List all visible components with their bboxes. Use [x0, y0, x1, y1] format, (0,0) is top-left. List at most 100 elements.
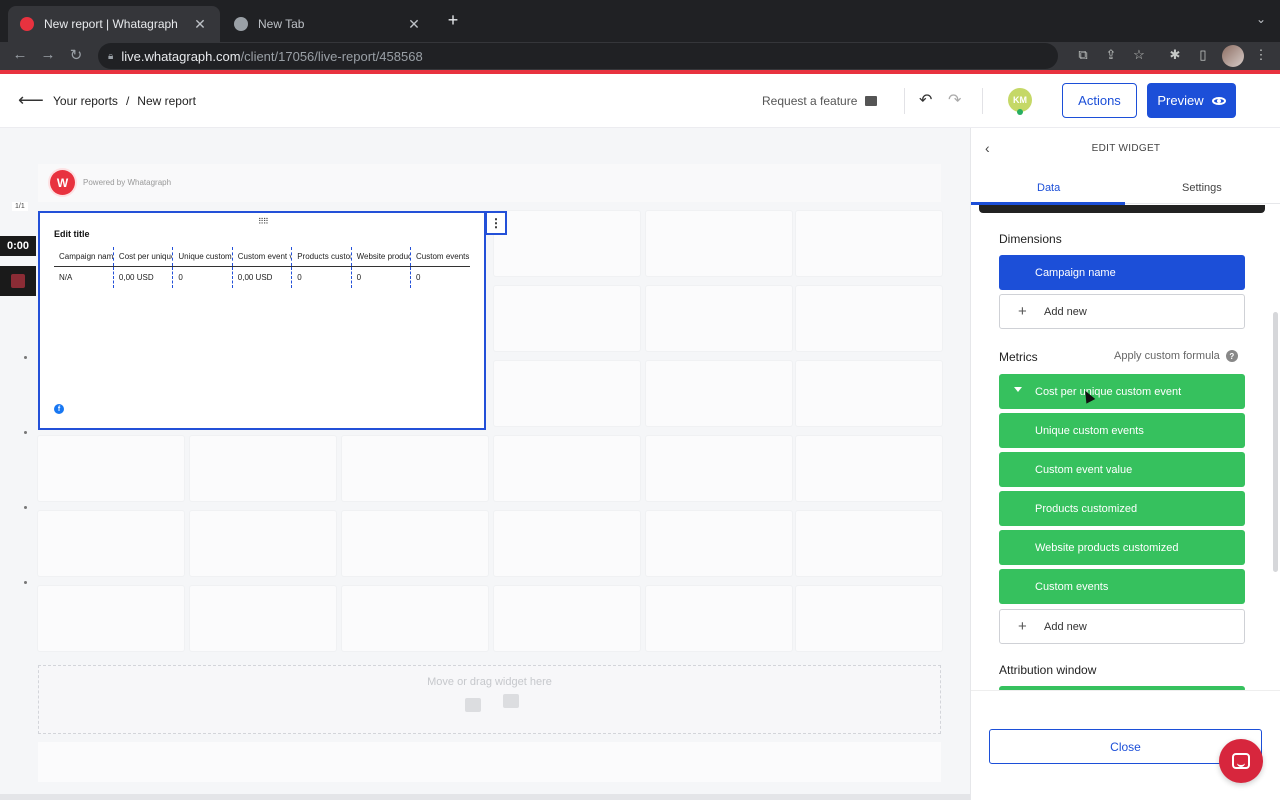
add-dimension-button[interactable]: + Add new [999, 294, 1245, 329]
custom-formula-link[interactable]: Apply custom formula ? [1114, 350, 1238, 362]
widget-title[interactable]: Edit title [54, 229, 90, 239]
breadcrumb-your-reports[interactable]: Your reports [53, 94, 118, 108]
dimension-item[interactable]: Campaign name [999, 255, 1245, 290]
add-metric-button[interactable]: + Add new [999, 609, 1245, 644]
metric-item[interactable]: Custom events [999, 569, 1245, 604]
grid-cell [796, 586, 942, 651]
column-header[interactable]: Custom event value [232, 247, 293, 267]
edit-widget-panel: ‹ EDIT WIDGET Data Settings Dimensions C… [970, 128, 1280, 800]
add-new-label: Add new [1044, 305, 1087, 318]
grid-cell [494, 361, 640, 426]
plus-icon: + [1018, 618, 1027, 635]
row-handle-dot[interactable] [24, 506, 27, 509]
url-path: /client/17056/live-report/458568 [240, 48, 423, 64]
metric-item[interactable]: Unique custom events [999, 413, 1245, 448]
table-widget[interactable]: ⠿⠿ Edit title Campaign name Cost per uniq… [38, 211, 486, 430]
column-header[interactable]: Unique custom events [172, 247, 233, 267]
metric-item[interactable]: Cost per unique custom event [999, 374, 1245, 409]
attribution-window-label: Attribution window [999, 663, 1097, 677]
grid-cell [646, 511, 792, 576]
column-header[interactable]: Custom events [410, 247, 470, 267]
metric-item[interactable]: Custom event value [999, 452, 1245, 487]
chat-launcher-button[interactable] [1219, 739, 1263, 783]
reload-icon[interactable]: ↻ [66, 46, 86, 64]
forward-icon[interactable]: → [38, 46, 58, 63]
online-status-dot [1017, 109, 1023, 115]
whatagraph-logo: W [50, 170, 75, 195]
add-new-label: Add new [1044, 620, 1087, 633]
column-header[interactable]: Products customized [291, 247, 352, 267]
metrics-label: Metrics [999, 350, 1038, 364]
row-handle-dot[interactable] [24, 356, 27, 359]
back-arrow-icon[interactable]: ⟵ [18, 90, 44, 111]
column-header[interactable]: Cost per unique custom event [113, 247, 174, 267]
grid-cell [646, 436, 792, 501]
new-tab-button[interactable]: + [442, 10, 464, 31]
side-panel-icon[interactable]: ▯ [1194, 47, 1212, 63]
tab-data[interactable]: Data [1037, 182, 1060, 194]
tab-title: New Tab [258, 17, 305, 31]
grid-cell [38, 436, 184, 501]
table-cell: 0,00 USD [113, 266, 174, 288]
request-feature-link[interactable]: Request a feature [762, 94, 878, 108]
preview-label: Preview [1157, 93, 1204, 108]
close-tab-icon[interactable]: ✕ [406, 16, 422, 33]
close-tab-icon[interactable]: ✕ [192, 16, 208, 33]
panel-scrollbar[interactable] [1273, 312, 1278, 572]
row-handle-dot[interactable] [24, 581, 27, 584]
tab-settings[interactable]: Settings [1182, 182, 1222, 194]
table-cell: 0,00 USD [232, 266, 293, 288]
drag-handle-icon[interactable]: ⠿⠿ [258, 217, 269, 226]
grid-cell [342, 511, 488, 576]
back-icon[interactable]: ← [10, 46, 30, 63]
breadcrumb-separator: / [125, 94, 130, 108]
undo-icon[interactable]: ↶ [919, 90, 932, 110]
caret-down-icon[interactable] [1014, 387, 1022, 392]
redo-icon[interactable]: ↷ [948, 90, 961, 110]
grid-cell [190, 586, 336, 651]
row-handle-dot[interactable] [24, 431, 27, 434]
metric-item[interactable]: Products customized [999, 491, 1245, 526]
bookmark-star-icon[interactable]: ☆ [1130, 47, 1148, 63]
horizontal-scrollbar[interactable] [0, 794, 970, 800]
source-selector-edge [979, 205, 1265, 213]
grid-cell [494, 436, 640, 501]
grid-cell [646, 286, 792, 351]
panel-title: EDIT WIDGET [1091, 143, 1161, 154]
preview-button[interactable]: Preview [1147, 83, 1236, 118]
grid-cell [38, 511, 184, 576]
dimensions-label: Dimensions [999, 232, 1062, 246]
widget-menu-button[interactable]: ⋮ [485, 211, 507, 235]
grid-cell [38, 586, 184, 651]
help-icon[interactable]: ? [1225, 350, 1238, 362]
metric-item[interactable]: Website products customized [999, 530, 1245, 565]
whatagraph-favicon-icon [20, 17, 34, 31]
stop-recording-button[interactable] [0, 266, 36, 296]
url-field[interactable]: 🔒︎ live.whatagraph.com /client/17056/liv… [98, 43, 1058, 69]
custom-formula-label: Apply custom formula [1114, 350, 1220, 362]
profile-avatar[interactable] [1222, 45, 1244, 67]
grid-cell [796, 511, 942, 576]
panel-tabs: Data Settings [971, 174, 1280, 205]
browser-menu-icon[interactable]: ⋮ [1252, 47, 1270, 63]
table-cell: 0 [416, 273, 421, 282]
breadcrumb: Your reports / New report [53, 94, 196, 108]
widget-dropzone[interactable]: Move or drag widget here [38, 665, 941, 734]
actions-button[interactable]: Actions [1062, 83, 1137, 118]
open-external-icon[interactable]: ⧉ [1074, 47, 1092, 63]
grid-cell [494, 286, 640, 351]
grid-cell [796, 361, 942, 426]
column-header[interactable]: Website products customized [351, 247, 412, 267]
breadcrumb-current: New report [137, 94, 196, 108]
widget-placeholder-icon [465, 698, 481, 712]
request-feature-label: Request a feature [762, 94, 858, 108]
browser-tab-newtab[interactable]: New Tab ✕ [222, 6, 434, 42]
extensions-icon[interactable]: ✱ [1166, 47, 1184, 63]
column-header[interactable]: Campaign name [54, 247, 114, 267]
browser-tab-active[interactable]: New report | Whatagraph ✕ [8, 6, 220, 42]
report-header-strip: W Powered by Whatagraph [38, 164, 941, 202]
tab-search-icon[interactable]: ⌄ [1256, 12, 1266, 26]
widget-table: Campaign nameCost per unique custom even… [54, 247, 470, 288]
share-icon[interactable]: ⇪ [1102, 47, 1120, 63]
grid-cell [796, 436, 942, 501]
